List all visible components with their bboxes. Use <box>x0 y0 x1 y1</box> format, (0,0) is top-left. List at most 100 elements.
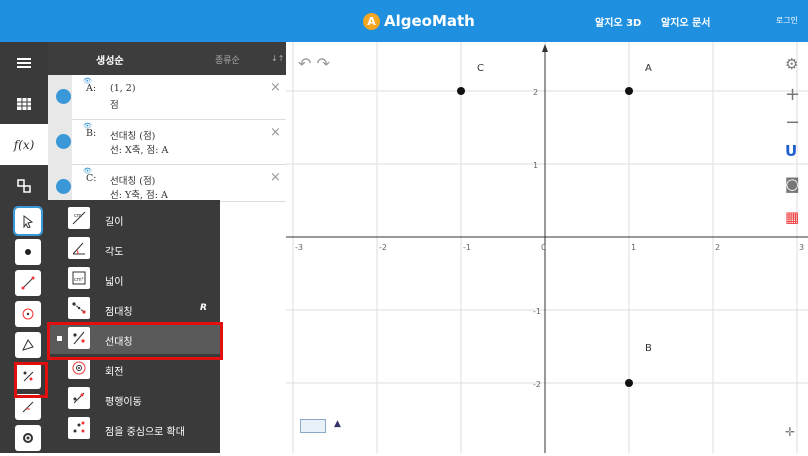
magnet-button[interactable]: U <box>785 142 797 160</box>
object-value: (1, 2) <box>110 83 136 94</box>
dilate-icon <box>68 417 90 439</box>
length-icon: cm <box>68 207 90 229</box>
coordinate-plane[interactable]: -3 -2 -1 0 1 2 3 2 1 -1 -2 A B C <box>286 17 808 456</box>
object-description: 점 <box>110 100 119 111</box>
close-icon[interactable]: × <box>270 80 281 95</box>
object-description: 선: X축, 점: A <box>110 145 169 156</box>
tool-line[interactable] <box>15 270 41 296</box>
undo-redo[interactable]: ↶ ↷ <box>298 54 330 73</box>
zoom-out-button[interactable]: − <box>785 112 800 133</box>
graph-canvas[interactable]: -3 -2 -1 0 1 2 3 2 1 -1 -2 A B C <box>286 17 808 456</box>
menu-item-angle[interactable]: 각도 <box>48 234 220 264</box>
area-icon: cm² <box>68 267 90 289</box>
y-axis-arrow <box>542 44 548 52</box>
minus-icon: − <box>785 112 801 133</box>
point-label: B <box>645 343 652 354</box>
object-value: 선대칭 (점) <box>110 131 156 142</box>
algebra-header: 생성순 종류순 ↓↑ <box>48 42 286 75</box>
x-tick-label: 1 <box>631 243 636 252</box>
point-icon <box>25 249 31 255</box>
x-tick-label: -2 <box>379 243 387 252</box>
tool-settings[interactable] <box>15 425 41 451</box>
keyboard-toggle-icon[interactable]: ▲ <box>334 419 341 429</box>
close-icon[interactable]: × <box>270 125 281 140</box>
menu-item-area[interactable]: cm² 넓이 <box>48 264 220 294</box>
angle-icon <box>68 237 90 259</box>
zoom-in-button[interactable]: + <box>785 84 800 105</box>
fx-label: f(x) <box>13 137 35 152</box>
link-algeo-docs[interactable]: 알지오 문서 <box>661 14 710 29</box>
x-tick-label: -1 <box>463 243 471 252</box>
sort-toggle-icon[interactable]: ↓↑ <box>271 54 284 63</box>
grid-toggle-button[interactable]: ▦ <box>785 208 799 226</box>
selected-menu-highlight <box>47 322 223 360</box>
visibility-toggle[interactable] <box>56 134 71 149</box>
axes-icon: ✛ <box>785 425 796 439</box>
point-label: C <box>477 63 484 74</box>
y-tick-label: 2 <box>533 88 538 97</box>
tool-circle[interactable] <box>15 301 41 327</box>
point-label: A <box>645 63 652 74</box>
brand-name: AlgeoMath <box>384 12 475 30</box>
menu-button[interactable] <box>0 42 48 83</box>
shortcut-key: R <box>200 303 207 313</box>
y-tick-label: -1 <box>533 307 541 316</box>
algebra-view-button[interactable]: f(x) <box>0 124 48 165</box>
hamburger-icon <box>17 57 31 68</box>
table-icon <box>17 97 31 110</box>
axes-button[interactable]: ✛ <box>785 425 795 439</box>
x-tick-label: 2 <box>715 243 720 252</box>
x-tick-label: -3 <box>295 243 303 252</box>
brand-logo[interactable]: A AlgeoMath <box>363 10 475 32</box>
sort-by-type[interactable]: 종류순 <box>215 53 240 66</box>
circle-icon <box>22 308 34 320</box>
menu-item-dilate[interactable]: 점을 중심으로 확대 <box>48 414 220 444</box>
y-tick-label: 1 <box>533 161 538 170</box>
x-tick-label: 0 <box>541 243 546 252</box>
segment-icon <box>21 276 35 290</box>
menu-item-length[interactable]: cm 길이 <box>48 204 220 234</box>
table-view-button[interactable] <box>0 83 48 124</box>
y-tick-label: -2 <box>533 380 541 389</box>
camera-icon: ◙ <box>785 175 800 193</box>
rotate-icon <box>68 357 90 379</box>
tool-point[interactable] <box>15 239 41 265</box>
algebra-item-b[interactable]: 👁 B: 선대칭 (점) 선: X축, 점: A × <box>48 120 286 165</box>
screenshot-button[interactable]: ◙ <box>785 175 800 193</box>
menu-item-translate[interactable]: 평행이동 <box>48 384 220 414</box>
algebra-panel: 생성순 종류순 ↓↑ 👁 A: (1, 2) 점 × 👁 B: 선대칭 (점) … <box>48 42 286 210</box>
ray-icon <box>22 401 34 413</box>
link-algeo-3d[interactable]: 알지오 3D <box>595 14 641 29</box>
login-link[interactable]: 로그인 <box>776 15 798 26</box>
menu-item-point-symmetry[interactable]: 점대칭 R <box>48 294 220 324</box>
object-name: C: <box>86 173 97 184</box>
undo-icon[interactable]: ↶ <box>298 54 311 73</box>
plus-icon: + <box>785 84 801 105</box>
tool-select[interactable] <box>13 206 43 236</box>
point-b[interactable] <box>625 379 633 387</box>
visibility-toggle[interactable] <box>56 179 71 194</box>
point-symmetry-icon <box>68 297 90 319</box>
x-tick-label: 3 <box>799 243 804 252</box>
top-bar: A AlgeoMath 알지오 3D 알지오 문서 로그인 <box>0 0 808 42</box>
object-name: A: <box>86 83 97 94</box>
tool-polygon[interactable] <box>15 332 41 358</box>
object-value: 선대칭 (점) <box>110 176 156 187</box>
translate-icon <box>68 387 90 409</box>
redo-icon[interactable]: ↷ <box>317 54 330 73</box>
logo-icon: A <box>363 12 380 30</box>
algebra-item-c[interactable]: 👁 C: 선대칭 (점) 선: Y축, 점: A × <box>48 165 286 210</box>
point-c[interactable] <box>457 87 465 95</box>
visibility-toggle[interactable] <box>56 89 71 104</box>
keyboard-button[interactable] <box>300 419 326 433</box>
svg-text:cm: cm <box>74 213 82 219</box>
selected-tool-highlight <box>14 362 48 398</box>
close-icon[interactable]: × <box>270 170 281 185</box>
object-description: 선: Y축, 점: A <box>110 190 168 201</box>
grid-icon: ▦ <box>785 208 800 226</box>
point-a[interactable] <box>625 87 633 95</box>
sort-by-creation[interactable]: 생성순 <box>96 52 124 67</box>
algebra-item-a[interactable]: 👁 A: (1, 2) 점 × <box>48 75 286 120</box>
tool-column <box>10 200 48 453</box>
settings-button[interactable]: ⚙ <box>785 55 798 73</box>
